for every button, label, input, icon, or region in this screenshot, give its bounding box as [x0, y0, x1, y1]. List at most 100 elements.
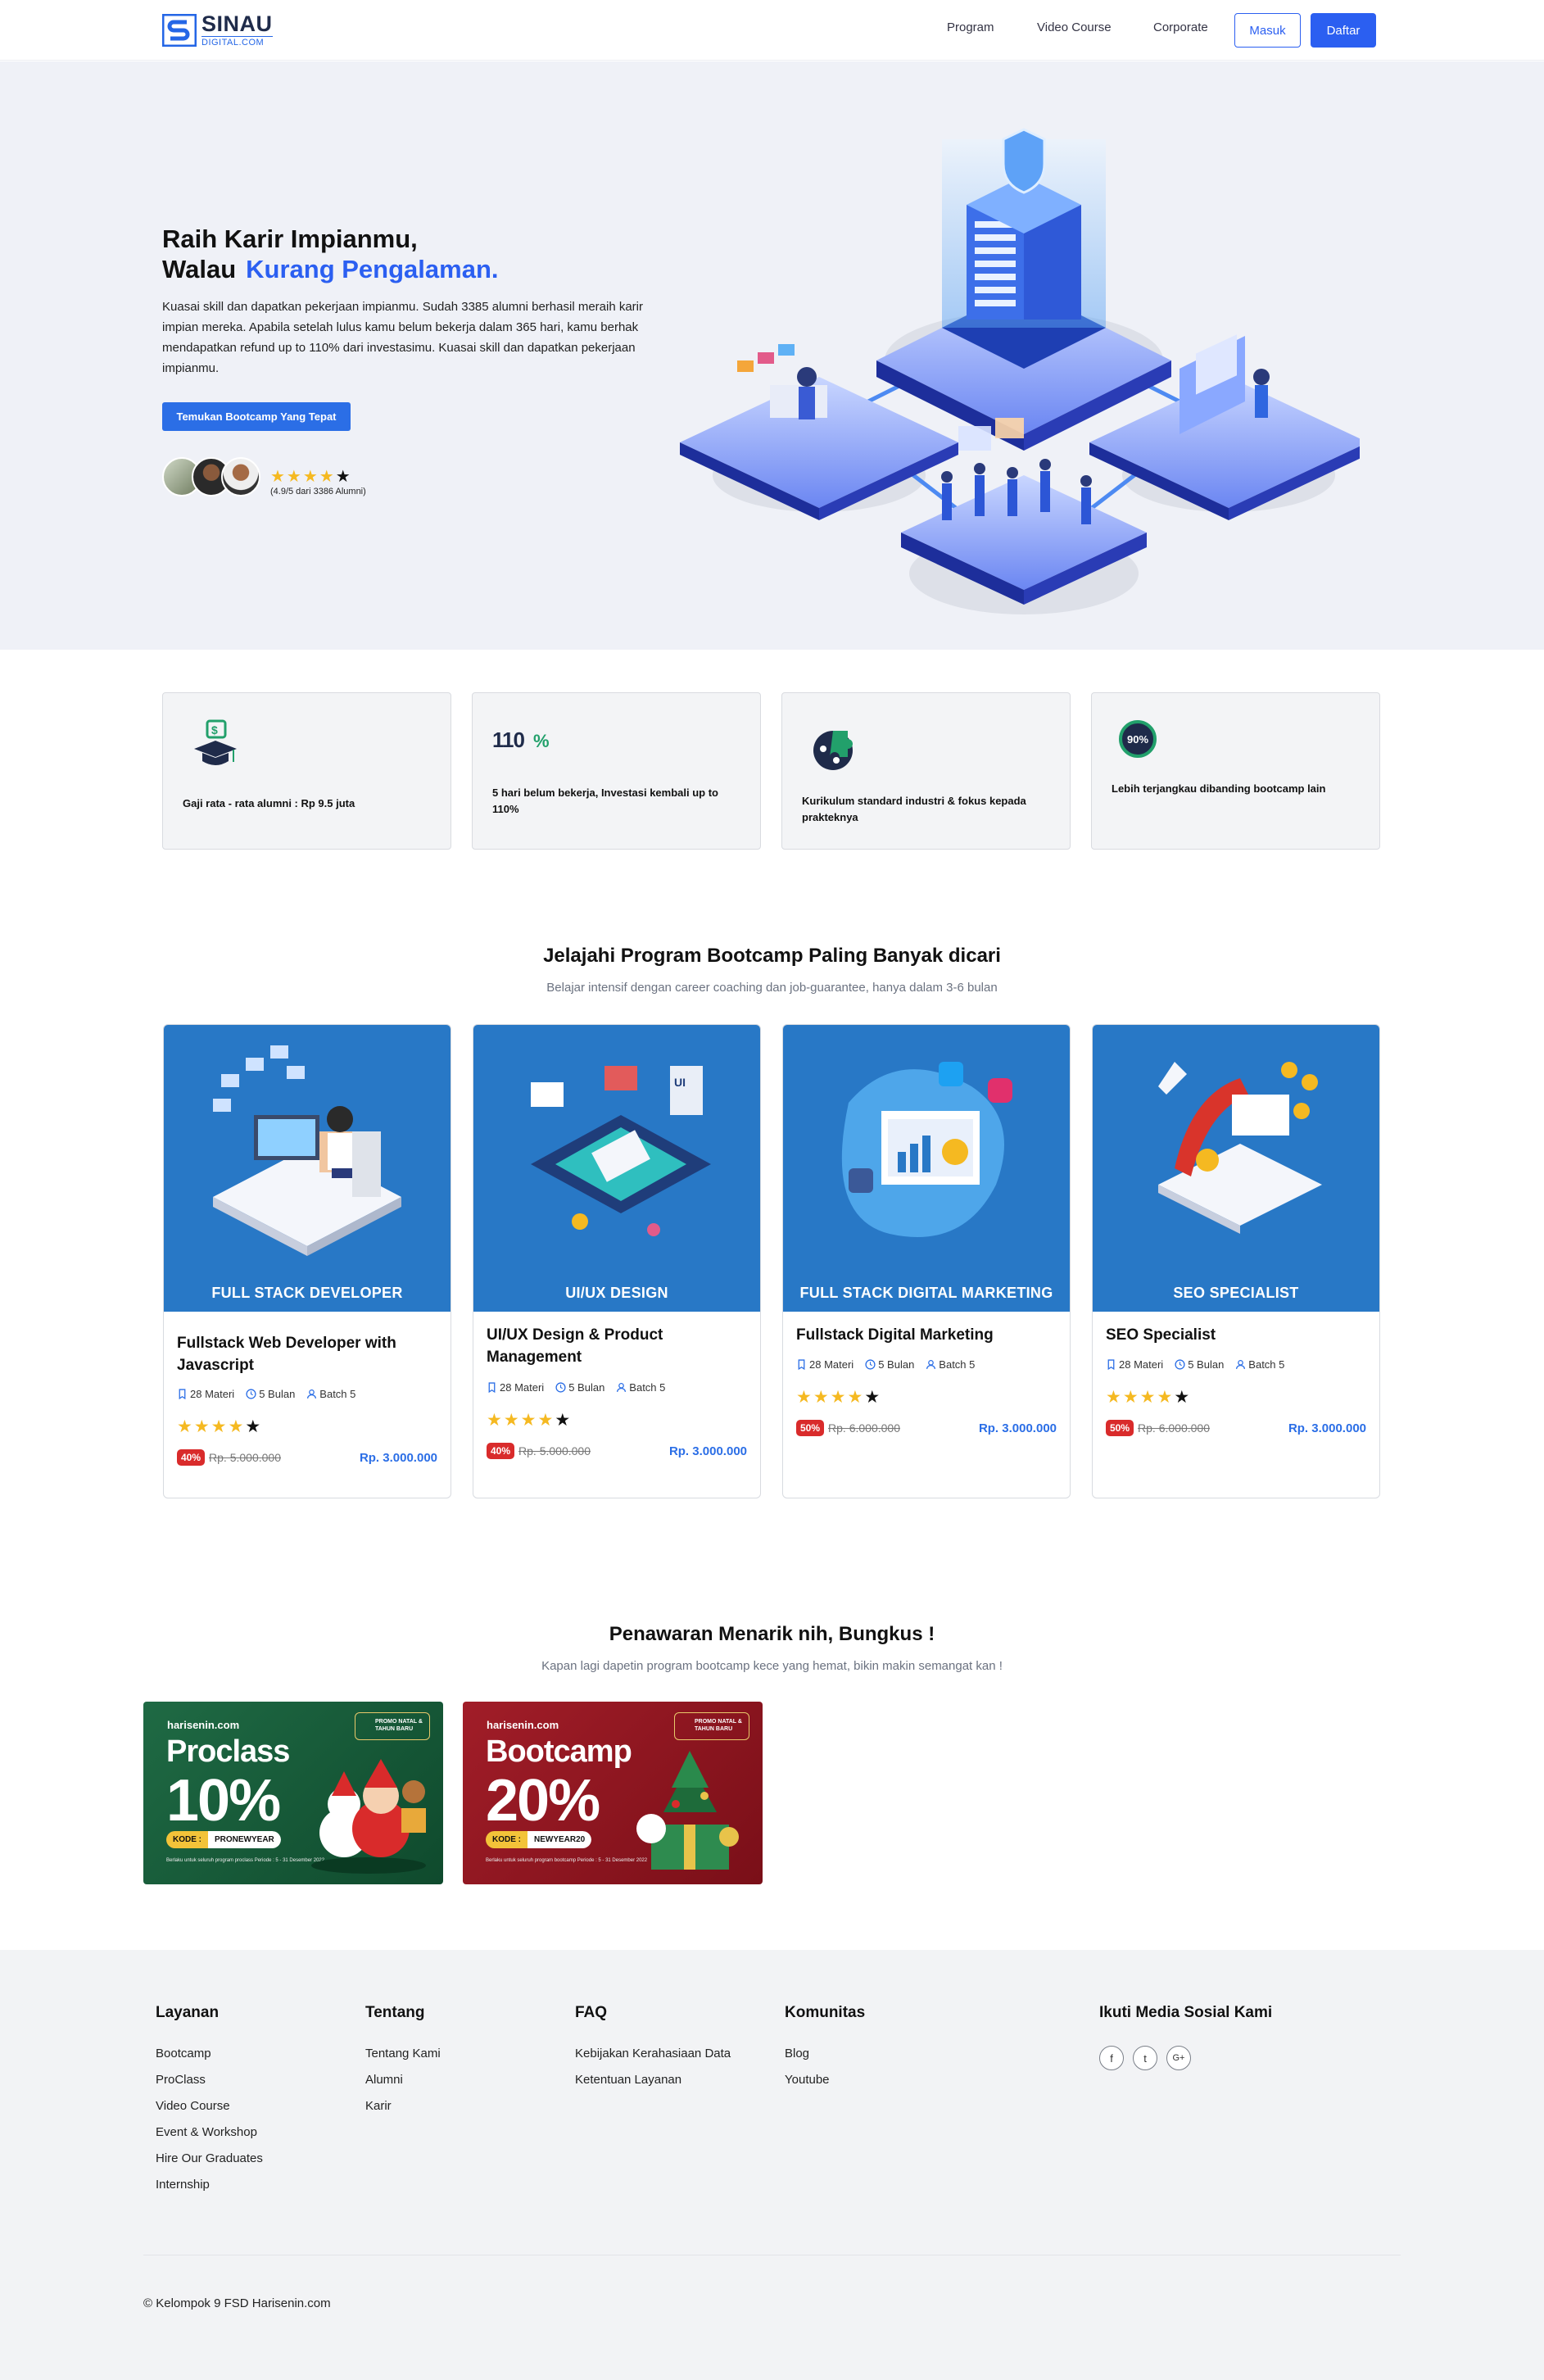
old-price: Rp. 5.000.000 — [518, 1444, 591, 1457]
uiux-illustration: UI — [531, 1066, 711, 1236]
salary-graduation-icon: $ — [194, 719, 237, 765]
course-card-uiux[interactable]: UI UI/UX DESIGN UI/UX Design & Product M… — [473, 1024, 761, 1498]
current-price: Rp. 3.000.000 — [359, 1450, 437, 1465]
course-image-label: SEO SPECIALIST — [1173, 1285, 1299, 1301]
promo-brand: harisenin.com — [487, 1719, 559, 1731]
nav-link-corporate[interactable]: Corporate — [1153, 20, 1208, 34]
footer-link-privacy[interactable]: Kebijakan Kerahasiaan Data — [575, 2047, 731, 2060]
twitter-icon[interactable]: t — [1133, 2046, 1157, 2070]
hero-title-line2: Walau Kurang Pengalaman. — [162, 254, 499, 284]
marketing-illustration — [841, 1062, 1012, 1237]
course-rating-stars: ★★★★★ — [796, 1388, 882, 1407]
course-materi: 28 Materi — [1119, 1358, 1164, 1371]
footer-link-youtube[interactable]: Youtube — [785, 2073, 830, 2087]
christmas-gift-illustration — [636, 1751, 739, 1870]
bookmark-icon — [179, 1389, 186, 1399]
programs-title: Jelajahi Program Bootcamp Paling Banyak … — [543, 945, 1001, 967]
footer-title-tentang: Tentang — [365, 2004, 425, 2021]
logo-subtitle: DIGITAL.COM — [201, 36, 273, 48]
promo-banner-proclass[interactable]: harisenin.com PROMO NATAL & TAHUN BARU P… — [143, 1702, 443, 1884]
bookmark-icon — [1107, 1359, 1115, 1370]
google-plus-icon[interactable]: G+ — [1166, 2046, 1191, 2070]
user-icon — [617, 1382, 627, 1393]
bookmark-icon — [488, 1382, 496, 1393]
course-meta: 28 Materi 5 Bulan Batch 5 — [796, 1358, 975, 1371]
footer-link-tentang-kami[interactable]: Tentang Kami — [365, 2047, 441, 2060]
logo-title: SINAU — [201, 11, 273, 36]
login-button[interactable]: Masuk — [1234, 13, 1301, 48]
footer-link-video-course[interactable]: Video Course — [156, 2099, 230, 2113]
current-price: Rp. 3.000.000 — [978, 1421, 1057, 1435]
course-duration: 5 Bulan — [259, 1388, 296, 1400]
old-price: Rp. 5.000.000 — [209, 1451, 281, 1464]
promo-badge: PROMO NATAL & TAHUN BARU — [674, 1712, 749, 1740]
register-button[interactable]: Daftar — [1311, 13, 1376, 48]
seo-illustration — [1158, 1062, 1322, 1234]
course-image: SEO SPECIALIST — [1093, 1025, 1379, 1312]
old-price: Rp. 6.000.000 — [828, 1421, 900, 1435]
footer-link-event-workshop[interactable]: Event & Workshop — [156, 2125, 257, 2139]
course-rating-stars: ★★★★★ — [177, 1417, 263, 1436]
footer-link-karir[interactable]: Karir — [365, 2099, 392, 2113]
clock-icon — [1175, 1359, 1185, 1370]
hero-title-accent: Kurang Pengalaman. — [246, 255, 499, 283]
110-percent-icon: 110 % — [492, 728, 550, 752]
old-price: Rp. 6.000.000 — [1138, 1421, 1210, 1435]
course-image-label: FULL STACK DEVELOPER — [211, 1285, 403, 1301]
svg-text:%: % — [533, 731, 550, 751]
promo-code-label: KODE : — [166, 1831, 208, 1848]
footer-link-bootcamp[interactable]: Bootcamp — [156, 2047, 211, 2060]
user-icon — [926, 1359, 936, 1370]
course-meta: 28 Materi 5 Bulan Batch 5 — [1106, 1358, 1284, 1371]
feature-text: Gaji rata - rata alumni : Rp 9.5 juta — [183, 797, 355, 809]
discount-badge: 50% — [796, 1420, 825, 1436]
course-title[interactable]: SEO Specialist — [1106, 1324, 1368, 1346]
facebook-icon[interactable]: f — [1099, 2046, 1124, 2070]
promo-note: Berlaku untuk seluruh program bootcamp P… — [486, 1858, 648, 1863]
clock-icon — [865, 1359, 876, 1370]
course-materi: 28 Materi — [190, 1388, 235, 1400]
course-duration: 5 Bulan — [1188, 1358, 1225, 1371]
nav-link-program[interactable]: Program — [947, 20, 994, 34]
course-title[interactable]: Fullstack Web Developer with Javascript — [177, 1332, 439, 1376]
find-bootcamp-button[interactable]: Temukan Bootcamp Yang Tepat — [162, 402, 351, 431]
course-card-digital-marketing[interactable]: FULL STACK DIGITAL MARKETING Fullstack D… — [782, 1024, 1071, 1498]
hero-paragraph: Kuasai skill dan dapatkan pekerjaan impi… — [162, 300, 643, 375]
logo[interactable]: SINAU DIGITAL.COM — [162, 13, 273, 48]
course-batch: Batch 5 — [319, 1388, 356, 1400]
svg-text:110: 110 — [492, 728, 524, 752]
course-price: 50% Rp. 6.000.000 Rp. 3.000.000 — [1106, 1420, 1366, 1436]
promo-brand: harisenin.com — [167, 1719, 240, 1731]
footer-link-terms[interactable]: Ketentuan Layanan — [575, 2073, 681, 2087]
promo-badge: PROMO NATAL & TAHUN BARU — [355, 1712, 430, 1740]
course-batch: Batch 5 — [1248, 1358, 1285, 1371]
hero-rating-stars: ★★★★★ — [270, 468, 352, 486]
svg-text:$: $ — [211, 723, 218, 737]
course-price: 40% Rp. 5.000.000 Rp. 3.000.000 — [487, 1443, 747, 1459]
discount-badge: 40% — [487, 1443, 515, 1459]
footer-title-komunitas: Komunitas — [785, 2004, 866, 2021]
course-card-fullstack[interactable]: FULL STACK DEVELOPER Fullstack Web Devel… — [163, 1024, 451, 1498]
footer-title-layanan: Layanan — [156, 2004, 220, 2021]
promo-code: KODE : PRONEWYEAR — [166, 1831, 281, 1848]
feature-card-curriculum: Kurikulum standard industri & fokus kepa… — [781, 692, 1071, 850]
avatar — [221, 457, 260, 496]
footer-link-alumni[interactable]: Alumni — [365, 2073, 403, 2087]
promo-banner-bootcamp[interactable]: harisenin.com PROMO NATAL & TAHUN BARU B… — [463, 1702, 763, 1884]
footer-link-proclass[interactable]: ProClass — [156, 2073, 206, 2087]
feature-text: 5 hari belum bekerja, Investasi kembali … — [492, 787, 718, 815]
footer-link-hire-graduates[interactable]: Hire Our Graduates — [156, 2151, 263, 2165]
promo-code-value: PRONEWYEAR — [208, 1831, 281, 1848]
course-card-seo[interactable]: SEO SPECIALIST SEO Specialist 28 Materi … — [1092, 1024, 1380, 1498]
discount-badge: 50% — [1106, 1420, 1134, 1436]
developer-illustration — [213, 1045, 401, 1256]
course-title[interactable]: Fullstack Digital Marketing — [796, 1324, 1058, 1346]
course-title[interactable]: UI/UX Design & Product Management — [487, 1324, 749, 1368]
user-icon — [1236, 1359, 1246, 1370]
course-image: FULL STACK DIGITAL MARKETING — [783, 1025, 1070, 1312]
footer-link-internship[interactable]: Internship — [156, 2178, 210, 2192]
footer-link-blog[interactable]: Blog — [785, 2047, 809, 2060]
bookmark-icon — [798, 1359, 805, 1370]
course-meta: 28 Materi 5 Bulan Batch 5 — [177, 1388, 355, 1400]
nav-link-video-course[interactable]: Video Course — [1037, 20, 1112, 34]
